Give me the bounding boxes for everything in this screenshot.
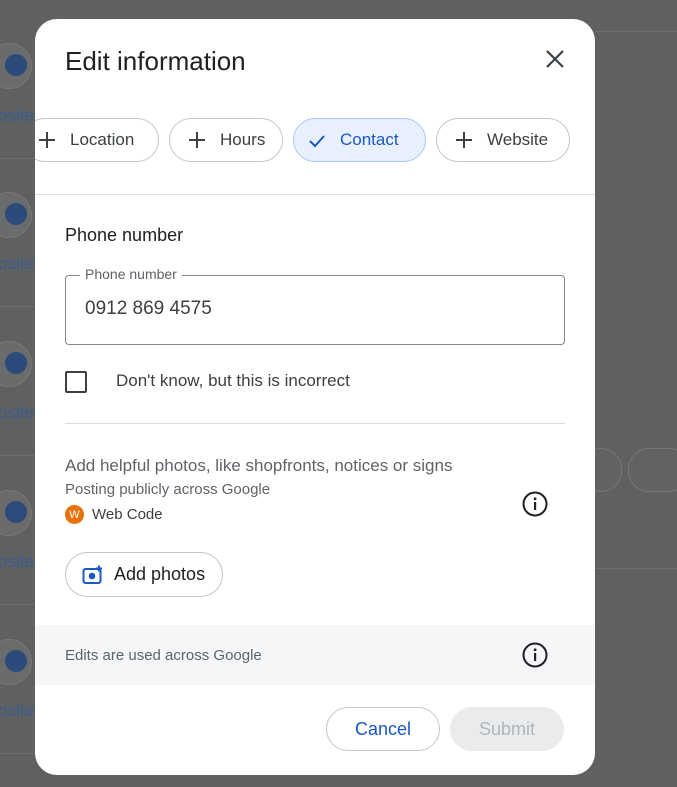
- check-icon: [306, 129, 328, 151]
- chip-hours[interactable]: Hours: [169, 118, 283, 162]
- globe-icon: [0, 43, 32, 89]
- divider: [0, 604, 36, 605]
- chip-label: Hours: [220, 130, 266, 149]
- chip-label: Contact: [340, 130, 399, 149]
- category-chips: Location Hours Contact Website: [35, 118, 595, 166]
- background-left-panel: osite osite osite osite osite: [0, 0, 36, 787]
- account-info: W Web Code: [65, 505, 163, 524]
- divider: [35, 194, 595, 195]
- submit-button[interactable]: Submit: [450, 707, 564, 751]
- cancel-button[interactable]: Cancel: [326, 707, 440, 751]
- add-photos-label: Add photos: [114, 564, 206, 584]
- chip-label: Location: [70, 130, 135, 149]
- edit-information-dialog: Edit information Location Hours Contact: [35, 19, 595, 775]
- close-button[interactable]: [537, 41, 573, 77]
- phone-field-label: Phone number: [80, 266, 182, 282]
- background-label: osite: [0, 106, 34, 125]
- divider: [0, 306, 36, 307]
- info-icon: [522, 491, 548, 517]
- plus-icon: [36, 129, 58, 151]
- account-name: Web Code: [92, 506, 163, 523]
- chip-label: Website: [487, 130, 549, 149]
- edits-info-button[interactable]: [520, 640, 550, 670]
- globe-icon: [0, 192, 32, 238]
- divider: [595, 31, 677, 32]
- background-label: osite: [0, 403, 34, 422]
- background-right-panel: [580, 0, 677, 787]
- info-icon: [522, 642, 548, 668]
- phone-number-field: Phone number: [65, 266, 565, 345]
- background-label: osite: [0, 254, 34, 273]
- divider: [65, 423, 565, 424]
- photos-info-button[interactable]: [520, 489, 550, 519]
- divider: [595, 568, 677, 569]
- chip-location[interactable]: Location: [35, 118, 159, 162]
- plus-icon: [186, 129, 208, 151]
- globe-icon: [0, 341, 32, 387]
- dialog-title: Edit information: [65, 46, 246, 76]
- plus-icon: [453, 129, 475, 151]
- photos-prompt: Add helpful photos, like shopfronts, not…: [65, 456, 453, 475]
- globe-icon: [0, 639, 32, 685]
- avatar: W: [65, 505, 84, 524]
- background-label: osite: [0, 701, 34, 720]
- divider: [0, 753, 36, 754]
- divider: [0, 455, 36, 456]
- background-share-chip: [628, 448, 677, 492]
- add-photos-button[interactable]: Add photos: [65, 552, 223, 597]
- divider: [0, 158, 36, 159]
- footer-note: Edits are used across Google: [65, 647, 262, 664]
- footer-note-band: Edits are used across Google: [35, 625, 595, 685]
- checkbox-label: Don't know, but this is incorrect: [116, 371, 350, 390]
- globe-icon: [0, 490, 32, 536]
- phone-section-title: Phone number: [65, 225, 184, 245]
- chip-website[interactable]: Website: [436, 118, 570, 162]
- chip-contact[interactable]: Contact: [293, 118, 426, 162]
- incorrect-checkbox[interactable]: [65, 371, 87, 393]
- close-icon: [546, 50, 564, 68]
- background-label: osite: [0, 552, 34, 571]
- add-photo-icon: [82, 565, 104, 585]
- posting-note: Posting publicly across Google: [65, 481, 271, 498]
- phone-number-input[interactable]: [85, 298, 525, 320]
